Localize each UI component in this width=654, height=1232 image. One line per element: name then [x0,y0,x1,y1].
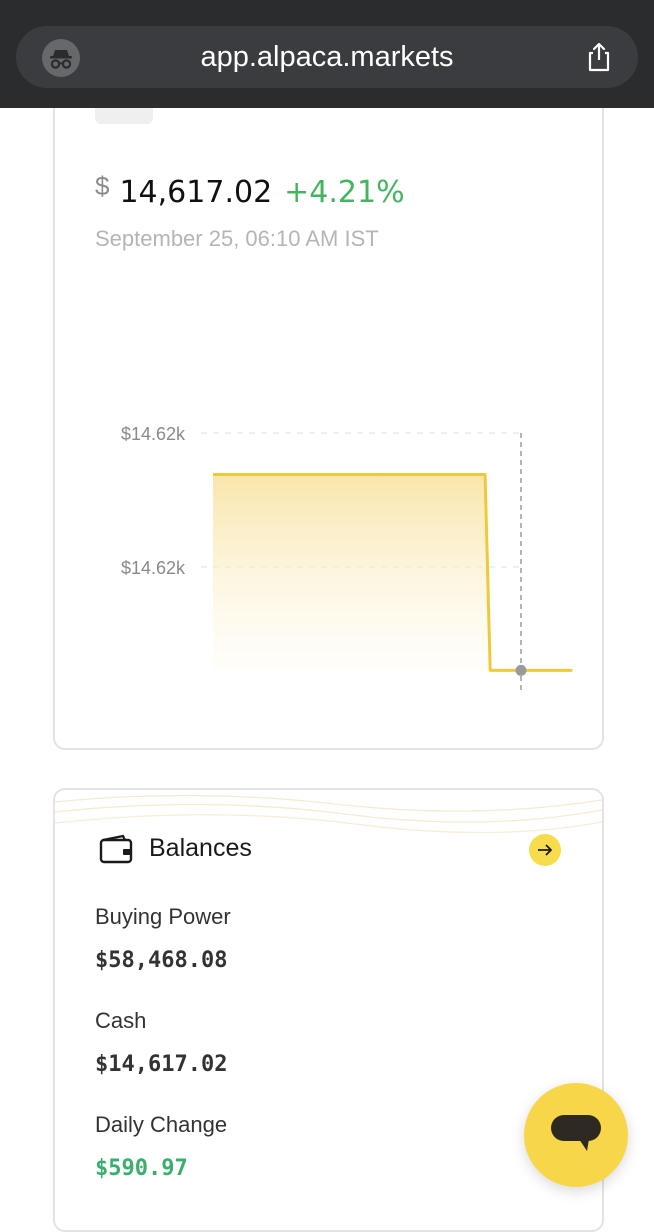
daily-change-value: $590.97 [95,1156,188,1181]
buying-power-value: $58,468.08 [95,948,228,973]
portfolio-chart[interactable]: $14.62k$14.62k$14.62k5 AM6 AM [55,332,602,692]
share-icon[interactable] [582,40,616,74]
chart-area-fill [213,474,573,671]
cash-label: Cash [95,1008,147,1033]
daily-change-label: Daily Change [95,1112,228,1137]
buying-power-label: Buying Power [95,904,231,929]
portfolio-card: $ 14,617.02 +4.21% September 25, 06:10 A… [53,60,604,750]
url-text[interactable]: app.alpaca.markets [16,26,638,88]
y-tick-label: $14.62k [121,691,186,692]
cash-value: $14,617.02 [95,1052,228,1077]
decorative-wave-pattern [55,794,602,834]
balances-card: Balances Buying Power $58,468.08 Cash $1… [53,788,604,1232]
balances-title: Balances [149,834,252,862]
portfolio-change: +4.21% [284,175,405,210]
address-bar[interactable]: app.alpaca.markets [16,26,638,88]
currency-symbol: $ [95,171,110,201]
chat-icon [551,1115,601,1151]
arrow-right-icon[interactable] [529,834,561,866]
y-tick-label: $14.62k [121,558,186,578]
portfolio-value: 14,617.02 [119,175,273,210]
portfolio-value-row: $ 14,617.02 +4.21% [95,166,405,210]
y-tick-label: $14.62k [121,424,186,444]
browser-toolbar: app.alpaca.markets [0,0,654,108]
chat-button[interactable] [524,1083,628,1187]
wallet-icon [99,834,133,864]
portfolio-timestamp: September 25, 06:10 AM IST [95,226,379,251]
chart-marker-point [515,664,527,676]
